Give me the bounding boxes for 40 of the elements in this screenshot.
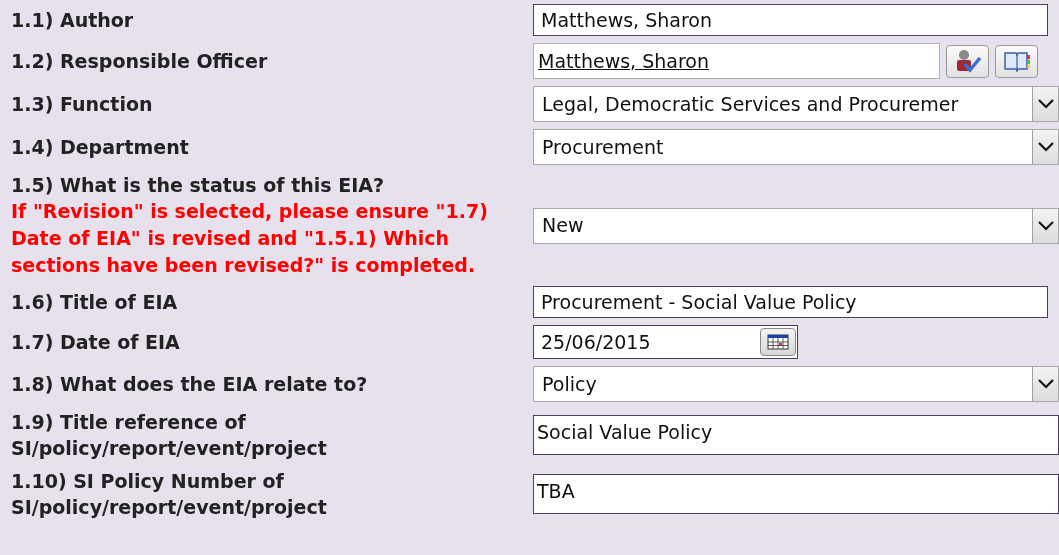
person-field[interactable]: Matthews, Sharon: [533, 43, 940, 79]
chevron-down-icon: [1037, 142, 1054, 152]
field-label: 1.4) Department: [11, 135, 190, 160]
check-names-button[interactable]: [946, 44, 989, 78]
address-book-button[interactable]: [995, 44, 1038, 78]
text-field[interactable]: Matthews, Sharon: [533, 4, 1048, 36]
text-field[interactable]: Social Value Policy: [533, 415, 1059, 455]
dropdown-button[interactable]: [1032, 367, 1058, 401]
dropdown-button[interactable]: [1032, 208, 1058, 243]
dropdown-button[interactable]: [1032, 87, 1058, 121]
dropdown-value: Policy: [541, 371, 598, 397]
date-value: 25/06/2015: [541, 329, 652, 355]
date-field[interactable]: 25/06/2015: [533, 325, 798, 359]
field-label: 1.3) Function: [11, 92, 154, 117]
field-label: 1.9) Title reference of SI/policy/report/event/project: [11, 410, 328, 461]
dropdown-value: New: [541, 213, 585, 239]
field-label: 1.5) What is the status of this EIA?: [11, 173, 385, 198]
dropdown-value: Procurement: [541, 134, 665, 160]
dropdown-field[interactable]: Legal, Democratic Services and Procuremer: [533, 86, 1059, 122]
field-label: 1.6) Title of EIA: [11, 290, 179, 315]
dropdown-field[interactable]: Policy: [533, 366, 1059, 402]
field-label: 1.1) Author: [11, 8, 135, 33]
person-link[interactable]: Matthews, Sharon: [538, 46, 709, 76]
dropdown-button[interactable]: [1032, 130, 1058, 164]
dropdown-value: Legal, Democratic Services and Procuremer: [541, 91, 960, 117]
field-label: 1.7) Date of EIA: [11, 330, 181, 355]
chevron-down-icon: [1037, 379, 1054, 389]
field-label: 1.10) SI Policy Number of SI/policy/report/event/project: [11, 469, 328, 520]
field-label: 1.8) What does the EIA relate to?: [11, 372, 369, 397]
text-field[interactable]: TBA: [533, 474, 1059, 514]
dropdown-field[interactable]: Procurement: [533, 129, 1059, 165]
chevron-down-icon: [1037, 220, 1054, 231]
chevron-down-icon: [1037, 99, 1054, 109]
warning-note: If "Revision" is selected, please ensure "1.7) Date of EIA" is revised and "1.5.1) Which sections have been revised?" is completed.: [11, 199, 489, 278]
calendar-button[interactable]: [760, 328, 796, 356]
book-icon: [1002, 50, 1031, 72]
field-label: 1.2) Responsible Officer: [11, 49, 269, 74]
text-field[interactable]: Procurement - Social Value Policy: [533, 286, 1048, 318]
calendar-icon: [767, 334, 789, 350]
dropdown-field[interactable]: New: [533, 207, 1059, 244]
